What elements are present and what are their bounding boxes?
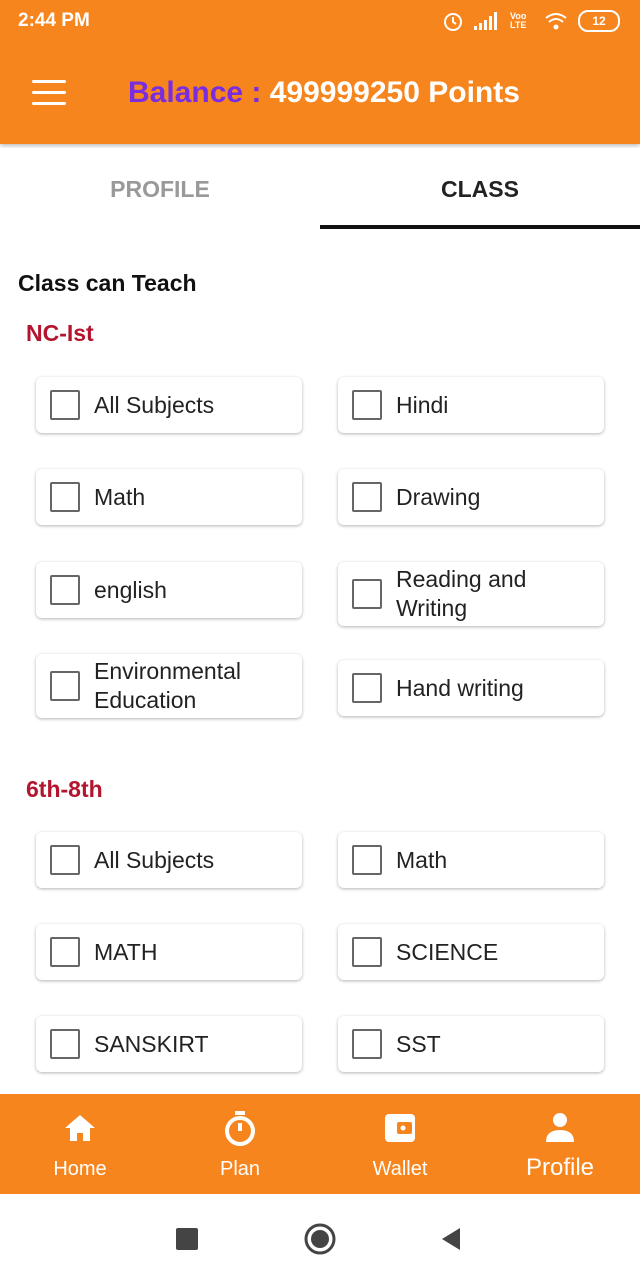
back-triangle-icon[interactable] (440, 1227, 462, 1251)
status-time: 2:44 PM (18, 10, 90, 31)
subject-checkbox-card[interactable]: Reading and Writing (338, 562, 604, 626)
checkbox[interactable] (50, 1029, 80, 1059)
carrier-label: Voo LTE (510, 11, 527, 30)
subject-checkbox-card[interactable]: Hindi (338, 377, 604, 433)
tab-indicator (320, 225, 640, 229)
nav-plan-label: Plan (219, 1158, 261, 1180)
tab-profile[interactable]: PROFILE (0, 148, 320, 230)
checkbox[interactable] (352, 1029, 382, 1059)
tab-bar: PROFILE CLASS (0, 148, 640, 230)
subject-checkbox-card[interactable]: SST (338, 1016, 604, 1072)
system-navigation-bar (0, 1194, 640, 1280)
subject-label: Math (396, 846, 448, 873)
checkbox[interactable] (50, 575, 80, 605)
battery-icon: 12 (578, 10, 620, 32)
person-icon (546, 1113, 574, 1142)
nav-wallet[interactable]: Wallet (320, 1094, 480, 1194)
nav-profile[interactable]: Profile (480, 1094, 640, 1194)
nav-wallet-label: Wallet (372, 1158, 428, 1180)
wifi-icon (545, 13, 567, 30)
subject-checkbox-card[interactable]: All Subjects (36, 832, 302, 888)
subject-checkbox-card[interactable]: All Subjects (36, 377, 302, 433)
status-bar: 2:44 PM Voo LTE 12 (0, 0, 640, 44)
balance-display: Balance : 499999250 Points (128, 76, 520, 110)
subject-label: Reading and Writing (396, 566, 527, 621)
recents-square-icon[interactable] (176, 1228, 198, 1250)
balance-label: Balance : (128, 76, 262, 109)
class-content: Class can Teach NC-Ist All Subjects Hind… (0, 230, 640, 1094)
checkbox[interactable] (50, 671, 80, 701)
checkbox[interactable] (352, 937, 382, 967)
checkbox[interactable] (50, 390, 80, 420)
subject-label: Hand writing (396, 674, 524, 701)
subject-checkbox-card[interactable]: Hand writing (338, 660, 604, 716)
group-title-nc-ist: NC-Ist (26, 320, 94, 346)
checkbox[interactable] (352, 845, 382, 875)
nav-home[interactable]: Home (0, 1094, 160, 1194)
alarm-icon (444, 13, 462, 31)
nav-home-label: Home (53, 1158, 107, 1180)
subject-label: Environmental Education (94, 658, 242, 713)
subject-checkbox-card[interactable]: Math (36, 469, 302, 525)
subject-checkbox-card[interactable]: english (36, 562, 302, 618)
checkbox[interactable] (352, 390, 382, 420)
group-title-6th-8th: 6th-8th (26, 776, 103, 802)
subject-label: SST (396, 1030, 441, 1057)
subject-label: All Subjects (94, 391, 215, 418)
hamburger-icon[interactable] (32, 80, 66, 106)
tab-class[interactable]: CLASS (320, 148, 640, 230)
status-icons: Voo LTE 12 (442, 10, 620, 32)
nav-plan[interactable]: Plan (160, 1094, 320, 1194)
subject-label: MATH (94, 938, 158, 965)
subject-label: SANSKIRT (94, 1030, 209, 1057)
nav-profile-label: Profile (525, 1154, 595, 1181)
wallet-icon (385, 1114, 415, 1142)
app-bar: Balance : 499999250 Points (0, 44, 640, 144)
checkbox[interactable] (352, 673, 382, 703)
checkbox[interactable] (50, 937, 80, 967)
subject-checkbox-card[interactable]: Environmental Education (36, 654, 302, 718)
checkbox[interactable] (352, 579, 382, 609)
subject-checkbox-card[interactable]: SANSKIRT (36, 1016, 302, 1072)
checkbox[interactable] (352, 482, 382, 512)
bottom-navigation: Home Plan Wallet Profile (0, 1094, 640, 1194)
subject-label: Math (94, 483, 146, 510)
subject-label: Drawing (396, 483, 481, 510)
subject-checkbox-card[interactable]: Math (338, 832, 604, 888)
home-circle-icon[interactable] (303, 1222, 337, 1256)
subject-label: english (94, 576, 167, 603)
balance-value: 499999250 Points (269, 76, 520, 109)
checkbox[interactable] (50, 482, 80, 512)
subject-checkbox-card[interactable]: SCIENCE (338, 924, 604, 980)
subject-checkbox-card[interactable]: Drawing (338, 469, 604, 525)
home-icon (65, 1115, 95, 1141)
app-header: 2:44 PM Voo LTE 12 Balance : 499999250 P… (0, 0, 640, 144)
section-heading: Class can Teach (18, 270, 197, 296)
subject-label: Hindi (396, 391, 449, 418)
checkbox[interactable] (50, 845, 80, 875)
signal-icon (474, 12, 497, 30)
subject-label: All Subjects (94, 846, 215, 873)
timer-icon (225, 1111, 255, 1146)
subject-label: SCIENCE (396, 938, 499, 965)
subject-checkbox-card[interactable]: MATH (36, 924, 302, 980)
